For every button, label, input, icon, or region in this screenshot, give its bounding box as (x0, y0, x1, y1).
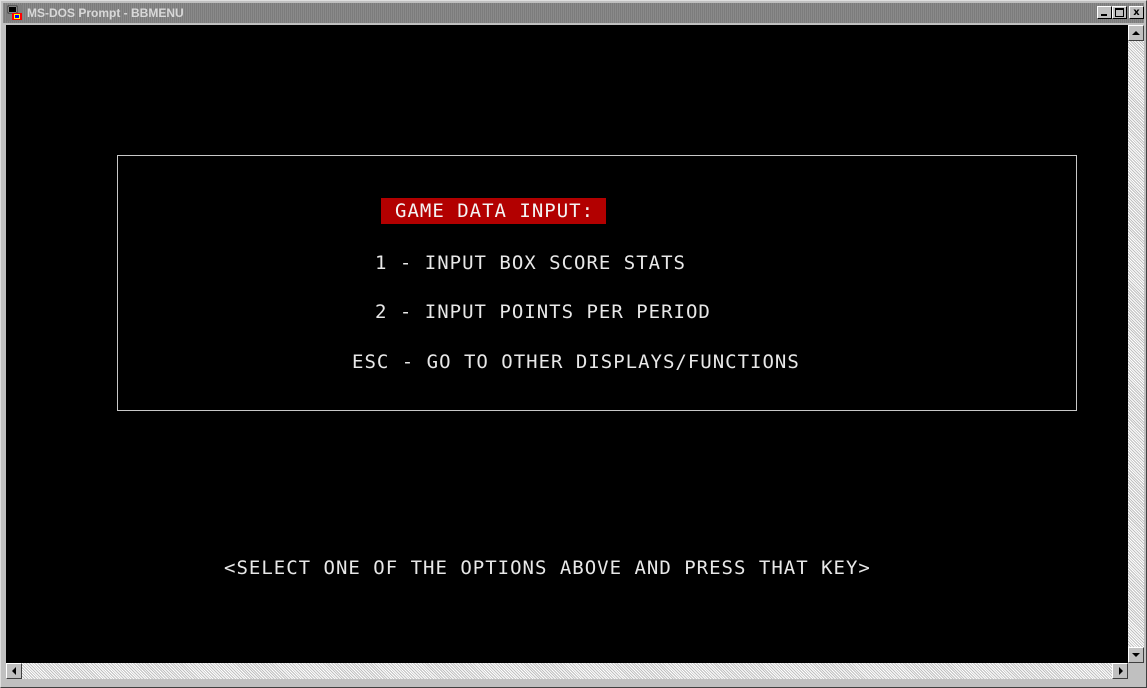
vertical-scrollbar[interactable] (1128, 25, 1144, 663)
ms-dos-icon (7, 5, 23, 21)
scrollbar-corner (1128, 663, 1144, 679)
close-button[interactable]: x (1129, 6, 1144, 19)
menu-heading: GAME DATA INPUT: (381, 198, 607, 224)
menu-option-box-score[interactable]: 1 - INPUT BOX SCORE STATS (375, 250, 686, 276)
window-title: MS-DOS Prompt - BBMENU (27, 6, 184, 20)
horizontal-scrollbar[interactable] (6, 663, 1128, 679)
scroll-left-button[interactable] (6, 663, 22, 679)
console-screen[interactable]: GAME DATA INPUT: 1 - INPUT BOX SCORE STA… (6, 25, 1128, 663)
arrow-up-icon (1132, 31, 1140, 35)
close-icon: x (1133, 7, 1140, 18)
title-bar[interactable]: MS-DOS Prompt - BBMENU x (3, 3, 1144, 23)
arrow-down-icon (1132, 653, 1140, 657)
menu-option-points-per-period[interactable]: 2 - INPUT POINTS PER PERIOD (375, 299, 711, 325)
menu-option-escape[interactable]: ESC - GO TO OTHER DISPLAYS/FUNCTIONS (352, 349, 800, 375)
arrow-right-icon (1119, 667, 1123, 675)
scroll-right-button[interactable] (1112, 663, 1128, 679)
instruction-prompt: <SELECT ONE OF THE OPTIONS ABOVE AND PRE… (224, 557, 871, 579)
scroll-down-button[interactable] (1128, 647, 1144, 663)
maximize-button[interactable] (1112, 6, 1127, 19)
arrow-left-icon (12, 667, 16, 675)
ms-dos-window: MS-DOS Prompt - BBMENU x GAME DATA INPUT… (0, 0, 1147, 688)
minimize-button[interactable] (1097, 6, 1112, 19)
scroll-up-button[interactable] (1128, 25, 1144, 41)
